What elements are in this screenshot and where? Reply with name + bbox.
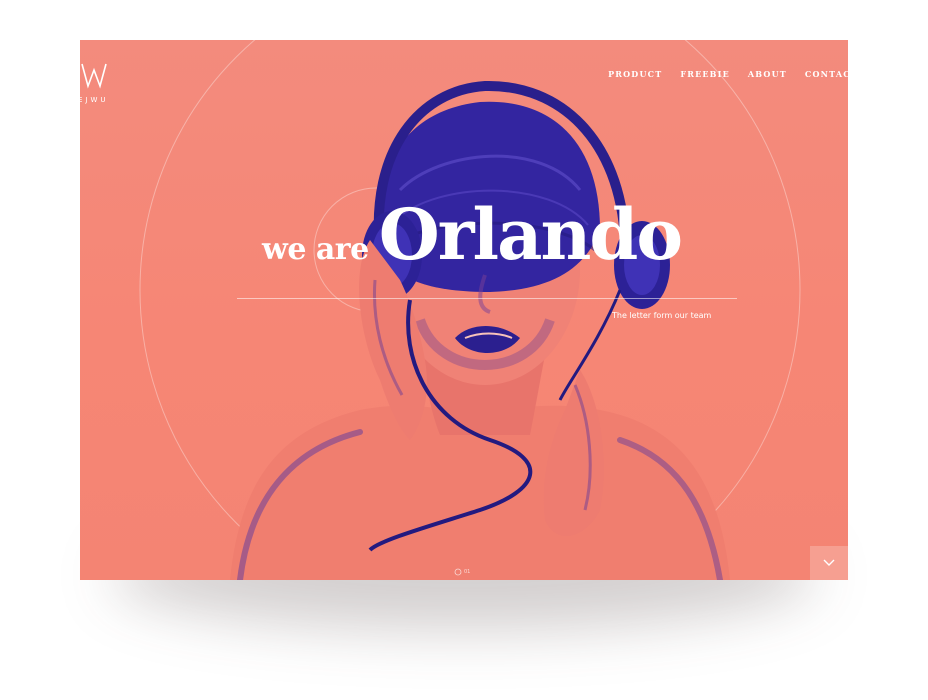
nav-item-about[interactable]: ABOUT — [748, 69, 787, 79]
scroll-down-button[interactable] — [810, 546, 848, 580]
slide-label: 01 — [464, 569, 471, 575]
nav-item-product[interactable]: PRODUCT — [608, 69, 662, 79]
circle-icon — [454, 568, 462, 576]
headline-divider — [237, 298, 737, 299]
hero-photo — [139, 40, 801, 580]
main-nav: PRODUCT FREEBIE ABOUT CONTACT — [608, 69, 848, 79]
headline-name: Orlando — [378, 193, 683, 276]
nav-item-contact[interactable]: CONTACT — [805, 69, 848, 79]
nav-item-freebie[interactable]: FREEBIE — [680, 69, 730, 79]
hero-section: EJWU PRODUCT FREEBIE ABOUT CONTACT we ar… — [80, 40, 848, 580]
hero-headline: we are Orlando — [262, 193, 683, 276]
slide-indicator[interactable]: 01 — [454, 568, 470, 576]
figure-hand-right — [543, 370, 604, 537]
hero-tagline: The letter form our team — [612, 311, 712, 320]
logo-mark-icon — [81, 63, 107, 89]
headline-prefix: we are — [262, 232, 369, 267]
page-stage: EJWU PRODUCT FREEBIE ABOUT CONTACT we ar… — [0, 0, 928, 700]
site-logo[interactable]: EJWU — [80, 60, 140, 110]
logo-text: EJWU — [80, 96, 109, 104]
chevron-down-icon — [823, 559, 835, 566]
